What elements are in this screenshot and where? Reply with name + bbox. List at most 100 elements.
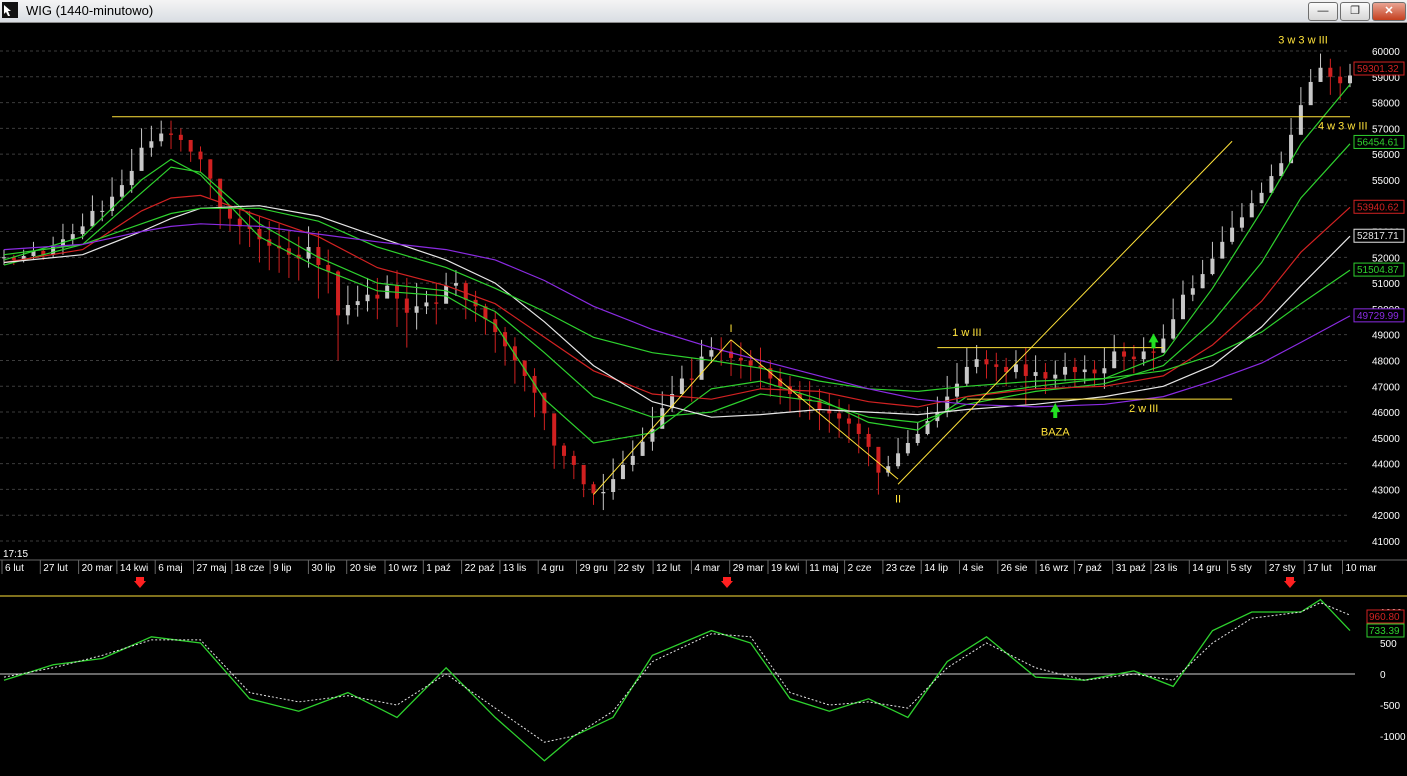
- candle-body: [1210, 258, 1215, 275]
- time-tick-label: 29 gru: [580, 563, 608, 574]
- price-value-label: 52817.71: [1357, 231, 1399, 242]
- oscillator-green-line: [3, 598, 1351, 762]
- price-tick-label: 44000: [1372, 460, 1400, 471]
- candle-body: [463, 283, 468, 300]
- minimize-button[interactable]: —: [1308, 2, 1338, 21]
- candle-body: [620, 464, 625, 480]
- time-tick-label: 13 lis: [503, 563, 526, 574]
- candle-body: [552, 413, 557, 446]
- wave-label-II: II: [895, 493, 901, 505]
- price-chart-area[interactable]: 3 w 3 w III 4 w 3 w III 1 w III 2 w III BAZA…: [0, 22, 1407, 776]
- time-tick-label: 4 gru: [541, 563, 564, 574]
- candle-body: [581, 464, 586, 485]
- buy-arrow-icon: [1148, 333, 1159, 349]
- candle-body: [1239, 217, 1244, 228]
- time-tick-label: 9 lip: [273, 563, 292, 574]
- moving-averages: [3, 84, 1351, 444]
- candle-body: [955, 383, 960, 397]
- candle-body: [1131, 356, 1136, 360]
- candle-body: [611, 479, 616, 492]
- osc-tick-label: -1000: [1380, 732, 1406, 743]
- candle-body: [876, 446, 881, 473]
- candle-body: [198, 151, 203, 160]
- price-tick-label: 55000: [1372, 176, 1400, 187]
- candle-body: [984, 359, 989, 365]
- time-tick-label: 10 mar: [1346, 563, 1378, 574]
- candle-body: [345, 305, 350, 316]
- time-tick-label: 23 cze: [886, 563, 916, 574]
- trend-line: [730, 339, 899, 480]
- time-label: 17:15: [3, 549, 28, 560]
- time-tick-label: 14 gru: [1192, 563, 1220, 574]
- candle-body: [139, 147, 144, 171]
- candle-body: [562, 445, 567, 456]
- candle-body: [2, 257, 6, 259]
- candle-body: [699, 356, 704, 380]
- wave-label-I: I: [730, 323, 733, 335]
- moving-average-line: [3, 223, 1351, 408]
- restore-button[interactable]: ❐: [1340, 2, 1370, 21]
- candle-body: [178, 134, 183, 140]
- candle-body: [90, 210, 95, 227]
- time-tick-label: 29 mar: [733, 563, 765, 574]
- time-tick-label: 5 sty: [1231, 563, 1252, 574]
- osc-tick-label: 500: [1380, 639, 1397, 650]
- candle-body: [100, 210, 105, 212]
- candle-body: [1171, 319, 1176, 339]
- osc-value-label: 960.80: [1369, 612, 1400, 623]
- candle-body: [915, 433, 920, 443]
- time-tick-label: 2 cze: [848, 563, 872, 574]
- candle-body: [630, 455, 635, 465]
- wave-label-4w3wIII: 4 w 3 w III: [1318, 121, 1368, 133]
- oscillator-panel: 10005000-500-1000960.80733.39: [0, 577, 1407, 762]
- candle-body: [453, 283, 458, 286]
- candle-body: [1230, 227, 1235, 242]
- close-button[interactable]: ✕: [1372, 2, 1406, 21]
- time-tick-label: 11 maj: [809, 563, 838, 574]
- app-icon[interactable]: [2, 2, 18, 18]
- annotations: 3 w 3 w III 4 w 3 w III 1 w III 2 w III BAZA…: [112, 34, 1368, 505]
- candle-body: [1092, 369, 1097, 374]
- candle-body: [1151, 351, 1156, 353]
- price-tick-label: 48000: [1372, 356, 1400, 367]
- candle-body: [414, 306, 419, 313]
- price-tick-label: 51000: [1372, 279, 1400, 290]
- candle-body: [591, 484, 596, 494]
- time-tick-label: 6 lut: [5, 563, 24, 574]
- candle-body: [1259, 192, 1264, 204]
- candle-body: [1348, 75, 1352, 84]
- oscillator-white-line: [3, 602, 1351, 743]
- candle-body: [738, 357, 743, 361]
- candle-body: [837, 413, 842, 419]
- price-grid: [0, 50, 1350, 542]
- moving-average-line: [3, 207, 1351, 393]
- price-tick-label: 56000: [1372, 150, 1400, 161]
- candle-body: [1180, 294, 1185, 320]
- candle-body: [1269, 176, 1274, 193]
- candle-body: [1023, 364, 1028, 376]
- time-tick-label: 6 maj: [158, 563, 182, 574]
- candle-body: [1328, 67, 1333, 77]
- candle-body: [1072, 366, 1077, 373]
- window-titlebar: WIG (1440-minutowo) — ❐ ✕: [0, 0, 1407, 23]
- time-axis: 17:15 6 lut 27 lut 20 mar 14 kwi 6 maj 27 maj 1…: [0, 549, 1407, 574]
- price-tick-label: 42000: [1372, 511, 1400, 522]
- candle-body: [169, 133, 174, 135]
- osc-tick-label: 0: [1380, 670, 1386, 681]
- time-tick-label: 4 sie: [963, 563, 985, 574]
- candle-body: [424, 302, 429, 307]
- candle-body: [1102, 368, 1107, 374]
- candle-body: [974, 359, 979, 367]
- candle-body: [159, 133, 164, 142]
- baza-arrow-icon: [1050, 403, 1061, 419]
- time-tick-label: 22 sty: [618, 563, 645, 574]
- candle-body: [1249, 203, 1254, 218]
- price-tick-label: 49000: [1372, 331, 1400, 342]
- candle-body: [149, 141, 154, 148]
- price-tick-label: 47000: [1372, 382, 1400, 393]
- window-title: WIG (1440-minutowo): [26, 3, 154, 18]
- candle-body: [601, 492, 606, 494]
- time-tick-label: 27 sty: [1269, 563, 1296, 574]
- time-tick-label: 4 mar: [694, 563, 720, 574]
- candle-body: [650, 428, 655, 442]
